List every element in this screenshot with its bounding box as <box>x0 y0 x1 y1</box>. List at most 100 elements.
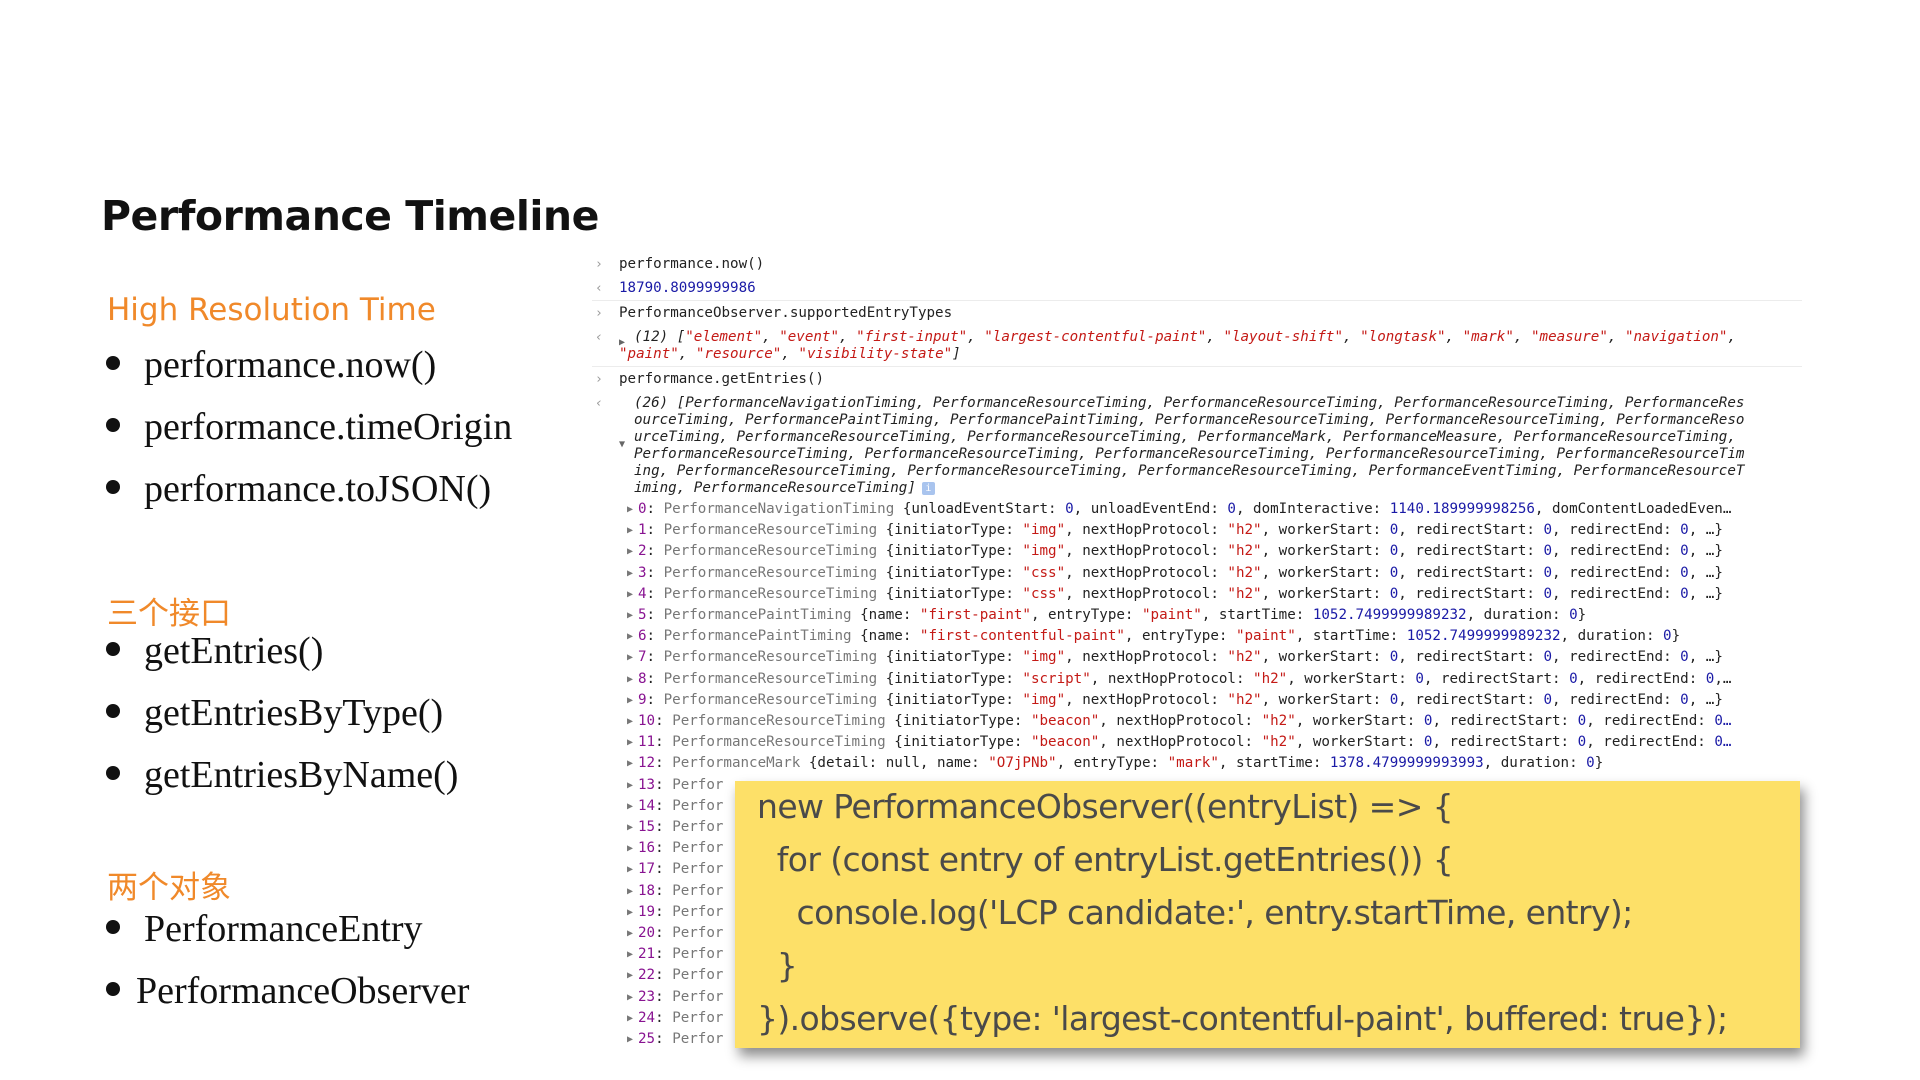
entry-types-line: "paint", "resource", "visibility-state"] <box>619 346 1802 363</box>
property-text: , redirectStart: <box>1398 585 1544 602</box>
property-text: , redirectEnd: <box>1552 564 1681 581</box>
entry-type: PerformanceResourceTiming <box>672 734 886 751</box>
console-input-row[interactable]: › performance.getEntries() <box>592 371 1802 388</box>
expand-triangle-icon[interactable]: ▶ <box>627 563 633 584</box>
expand-triangle-icon[interactable]: ▶ <box>627 753 633 774</box>
expand-triangle-icon[interactable]: ▶ <box>627 541 633 562</box>
entry-row[interactable]: ▶ 4: PerformanceResourceTiming {initiator… <box>592 584 1778 605</box>
expand-triangle-icon[interactable]: ▶ <box>627 1008 633 1029</box>
entry-row[interactable]: ▶ 7: PerformanceResourceTiming {initiator… <box>592 647 1778 668</box>
console-output-row[interactable]: ‹ ▼ (26) [PerformanceNavigationTiming, P… <box>592 395 1802 497</box>
expand-triangle-icon[interactable]: ▶ <box>627 1029 633 1050</box>
entry-row[interactable]: ▶ 6: PerformancePaintTiming {name: "first… <box>592 626 1778 647</box>
entry-row[interactable]: ▶ 10: PerformanceResourceTiming {initiato… <box>592 711 1778 732</box>
expand-triangle-icon[interactable]: ▶ <box>627 499 633 520</box>
entry-row[interactable]: ▶ 2: PerformanceResourceTiming {initiator… <box>592 541 1778 562</box>
number-value: 0 <box>1543 522 1553 539</box>
expand-triangle-icon[interactable]: ▶ <box>627 584 633 605</box>
expand-triangle-icon[interactable]: ▶ <box>627 902 633 923</box>
separator: , <box>781 346 799 362</box>
string-value: "img" <box>1022 691 1066 708</box>
expand-triangle-icon[interactable]: ▶ <box>627 520 633 541</box>
divider <box>592 300 1802 301</box>
chevron-right-icon: › <box>595 257 603 272</box>
code-sticky-note: new PerformanceObserver((entryList) => {… <box>735 781 1800 1048</box>
separator: : <box>646 628 664 645</box>
entry-index: 21 <box>638 946 656 963</box>
entry-row[interactable]: ▶ 1: PerformanceResourceTiming {initiator… <box>592 520 1778 541</box>
entry-index: 17 <box>638 861 656 878</box>
summary-line: (26) [PerformanceNavigationTiming, Perfo… <box>634 395 1745 411</box>
expand-triangle-icon[interactable]: ▶ <box>627 711 633 732</box>
list-item: getEntriesByType() <box>104 688 458 750</box>
number-value: 0 <box>1389 543 1399 560</box>
summary-line: ourceTiming, PerformancePaintTiming, Per… <box>634 412 1745 428</box>
expand-triangle-icon[interactable]: ▶ <box>627 838 633 859</box>
property-text: , …} <box>1688 649 1723 666</box>
property-text: , nextHopProtocol: <box>1065 564 1228 581</box>
entry-type: PerformanceResourceTiming <box>663 649 878 666</box>
expand-triangle-icon[interactable]: ▶ <box>627 605 633 626</box>
entry-index: 1 <box>638 522 647 539</box>
entry-index: 8 <box>638 670 647 687</box>
entry-row[interactable]: ▶ 5: PerformancePaintTiming {name: "first… <box>592 605 1778 626</box>
number-value: 0 <box>1577 713 1587 730</box>
entry-row[interactable]: ▶ 11: PerformanceResourceTiming {initiato… <box>592 732 1778 753</box>
expand-triangle-icon[interactable]: ▶ <box>627 775 633 796</box>
expand-triangle-icon[interactable]: ▶ <box>619 334 625 351</box>
objects-list: PerformanceEntry PerformanceObserver <box>104 904 469 1028</box>
number-value: 0 <box>1543 543 1553 560</box>
property-text: , …} <box>1688 543 1723 560</box>
entry-type-string: "navigation" <box>1624 329 1728 345</box>
expand-triangle-icon[interactable]: ▶ <box>627 923 633 944</box>
property-text: , …} <box>1688 585 1723 602</box>
string-value: "css" <box>1022 564 1066 581</box>
entry-index: 10 <box>638 713 656 730</box>
property-text: {initiatorType: <box>894 713 1031 730</box>
entry-row[interactable]: ▶ 9: PerformanceResourceTiming {initiator… <box>592 690 1778 711</box>
entry-row[interactable]: ▶ 3: PerformanceResourceTiming {initiator… <box>592 563 1778 584</box>
entry-index: 20 <box>638 925 656 942</box>
expand-triangle-icon[interactable]: ▶ <box>627 647 633 668</box>
expand-triangle-icon[interactable]: ▶ <box>627 690 633 711</box>
separator <box>877 522 886 538</box>
property-text: , workerStart: <box>1295 713 1424 730</box>
entry-row[interactable]: ▶ 0: PerformanceNavigationTiming {unloadE… <box>592 499 1778 520</box>
entry-type: PerformancePaintTiming <box>663 607 852 624</box>
expand-triangle-icon[interactable]: ▶ <box>627 859 633 880</box>
property-text: , duration: <box>1483 755 1587 772</box>
entry-row[interactable]: ▶ 12: PerformanceMark {detail: null, name… <box>592 753 1778 774</box>
console-input-row[interactable]: › performance.now() <box>592 256 1802 273</box>
bullet-icon <box>106 704 120 718</box>
expand-triangle-icon[interactable]: ▶ <box>627 626 633 647</box>
entry-index: 25 <box>638 1031 656 1048</box>
console-input-row[interactable]: › PerformanceObserver.supportedEntryType… <box>592 305 1802 322</box>
array-count: (12) [ <box>634 329 686 345</box>
expand-triangle-icon[interactable]: ▶ <box>627 987 633 1008</box>
number-value: 0… <box>1714 734 1732 751</box>
string-value: "img" <box>1022 543 1066 560</box>
property-text: , nextHopProtocol: <box>1065 543 1228 560</box>
number-value: 0 <box>1389 564 1399 581</box>
property-text: {initiatorType: <box>885 564 1023 581</box>
separator: : <box>655 797 673 814</box>
expand-triangle-icon[interactable]: ▶ <box>627 881 633 902</box>
collapse-triangle-icon[interactable]: ▼ <box>619 436 625 453</box>
expand-triangle-icon[interactable]: ▶ <box>627 817 633 838</box>
entry-type: PerformanceNavigationTiming <box>663 501 895 517</box>
number-value: 0 <box>1577 734 1587 751</box>
expand-triangle-icon[interactable]: ▶ <box>627 796 633 817</box>
string-value: "mark" <box>1167 755 1219 772</box>
expand-triangle-icon[interactable]: ▶ <box>627 669 633 690</box>
entry-row[interactable]: ▶ 8: PerformanceResourceTiming {initiator… <box>592 669 1778 690</box>
string-value: "first-paint" <box>919 607 1031 624</box>
property-text: , startTime: <box>1295 628 1407 645</box>
bullet-icon <box>106 982 120 996</box>
expand-triangle-icon[interactable]: ▶ <box>627 732 633 753</box>
console-output-row[interactable]: ‹ ▶ (12) ["element", "event", "first-inp… <box>592 329 1802 363</box>
entry-type: PerformanceResourceTiming <box>663 522 878 539</box>
expand-triangle-icon[interactable]: ▶ <box>627 965 633 986</box>
expand-triangle-icon[interactable]: ▶ <box>627 944 633 965</box>
separator <box>894 501 903 517</box>
entry-type: Perfor <box>672 819 724 836</box>
